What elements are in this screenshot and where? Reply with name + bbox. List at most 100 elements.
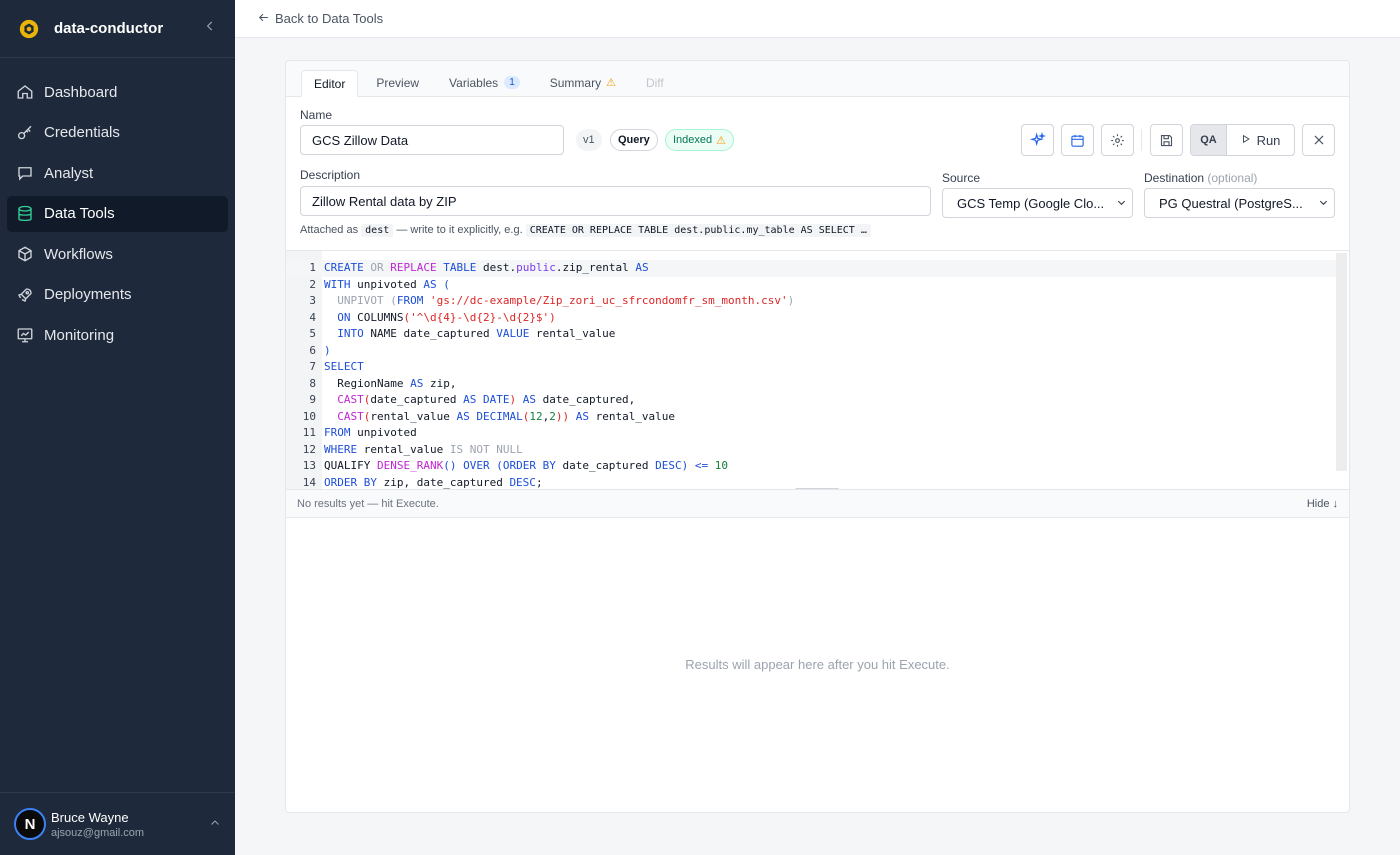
sidebar-item-monitoring[interactable]: Monitoring [7, 317, 228, 353]
sidebar-item-data-tools[interactable]: Data Tools [7, 195, 228, 232]
code-token: unpivoted [350, 277, 424, 291]
sidebar-item-analyst[interactable]: Analyst [7, 155, 228, 191]
save-button[interactable] [1150, 124, 1183, 156]
code-token: ; [535, 475, 543, 489]
play-icon [1241, 134, 1251, 146]
hide-results-button[interactable]: Hide ↓ [1307, 498, 1338, 510]
indexed-pill[interactable]: Indexed ⚠ [665, 129, 735, 151]
close-button[interactable] [1302, 124, 1335, 156]
source-select[interactable]: GCS Temp (Google Clo... [942, 188, 1133, 218]
hint-text: — write to it explicitly, e.g. [396, 224, 523, 236]
code-token: DESC [655, 459, 682, 472]
code-text: WITH unpivoted AS ( [324, 278, 450, 291]
results-placeholder: Results will appear here after you hit E… [685, 657, 950, 672]
code-token: WITH [324, 277, 351, 291]
settings-button[interactable] [1101, 124, 1134, 156]
results-status: No results yet — hit Execute. [297, 497, 439, 510]
back-link[interactable]: Back to Data Tools [257, 11, 383, 27]
chevron-down-icon [1318, 197, 1329, 211]
tab-bar: Editor Preview Variables 1 Summary ⚠ Diff [286, 61, 1349, 97]
user-menu[interactable]: N Bruce Wayne ajsouz@gmail.com [0, 792, 235, 855]
sidebar-item-credentials[interactable]: Credentials [7, 115, 228, 151]
schedule-button[interactable] [1061, 124, 1094, 156]
line-number: 6 [309, 343, 316, 357]
code-token: )) [555, 409, 570, 423]
tab-variables[interactable]: Variables 1 [437, 69, 532, 96]
code-token: public [516, 261, 556, 274]
description-input[interactable]: Zillow Rental data by ZIP [300, 186, 931, 216]
tab-preview[interactable]: Preview [364, 69, 431, 96]
sidebar-item-dashboard[interactable]: Dashboard [7, 74, 228, 110]
code-token: rental_value [357, 442, 450, 456]
sidebar: data-conductor Dashboard Credentials Ana… [0, 0, 235, 855]
chat-icon [16, 164, 34, 182]
code-line: 7 SELECT [286, 359, 1336, 376]
tab-diff[interactable]: Diff [634, 69, 676, 96]
vertical-scrollbar[interactable] [1336, 253, 1347, 471]
code-token: rental_value [529, 327, 616, 340]
run-button[interactable]: Run [1227, 125, 1294, 155]
code-token: ) [787, 294, 795, 307]
code-text: CAST(rental_value AS DECIMAL(12,2)) AS r… [324, 410, 675, 423]
code-text: FROM unpivoted [324, 426, 417, 439]
code-token: WHERE [324, 442, 358, 456]
code-token: OVER [463, 459, 490, 472]
tab-summary[interactable]: Summary ⚠ [538, 69, 628, 96]
tool-editor-card: Editor Preview Variables 1 Summary ⚠ Diff … [285, 60, 1350, 813]
destination-label: Destination (optional) [1144, 171, 1257, 185]
code-token: NAME date_captured [363, 327, 497, 340]
cube-icon [16, 245, 34, 263]
line-number: 4 [309, 310, 316, 324]
user-name: Bruce Wayne [51, 809, 129, 825]
code-token: zip, date_captured [376, 475, 510, 489]
chevron-left-icon[interactable] [203, 19, 217, 38]
code-line: 12 WHERE rental_value IS NOT NULL [286, 442, 1336, 459]
tab-editor[interactable]: Editor [301, 70, 359, 97]
chevron-up-icon[interactable] [209, 817, 221, 832]
line-number: 1 [309, 261, 316, 274]
tab-label: Editor [314, 76, 346, 91]
run-button-group: QA Run [1190, 124, 1295, 156]
code-token: ORDER BY [502, 459, 556, 472]
code-line: 8 RegionName AS zip, [286, 376, 1336, 393]
results-bar: No results yet — hit Execute. Hide ↓ [286, 489, 1349, 518]
user-email: ajsouz@gmail.com [51, 826, 145, 839]
sidebar-item-workflows[interactable]: Workflows [7, 236, 228, 272]
code-token: 12 [529, 409, 543, 423]
top-bar: Back to Data Tools [235, 0, 1400, 38]
sidebar-item-label: Dashboard [44, 83, 118, 101]
tab-label: Summary [549, 75, 602, 90]
line-number: 2 [309, 277, 316, 291]
code-token: () [443, 459, 457, 472]
hint-text: Attached as [300, 224, 359, 236]
type-pill: Query [610, 129, 658, 151]
sidebar-item-deployments[interactable]: Deployments [7, 277, 228, 313]
destination-value: PG Questral (PostgreS... [1159, 195, 1303, 211]
version-badge: v1 [576, 129, 602, 151]
destination-select[interactable]: PG Questral (PostgreS... [1144, 188, 1335, 218]
line-number: 13 [302, 459, 316, 472]
name-input[interactable]: GCS Zillow Data [300, 125, 564, 155]
line-number: 10 [302, 409, 316, 423]
code-token: OR [370, 261, 384, 274]
code-text: WHERE rental_value IS NOT NULL [324, 443, 523, 456]
sidebar-item-label: Workflows [44, 245, 113, 263]
line-number: 3 [309, 294, 316, 307]
code-text: SELECT [324, 360, 364, 373]
sql-editor[interactable]: 1 CREATE OR REPLACE TABLE dest.public.zip… [286, 250, 1349, 489]
sidebar-item-label: Deployments [44, 286, 132, 303]
warning-icon: ⚠ [606, 77, 616, 89]
qa-button[interactable]: QA [1191, 125, 1227, 155]
code-text: ORDER BY zip, date_captured DESC; [324, 476, 543, 489]
line-number: 5 [309, 327, 316, 340]
ai-assist-button[interactable] [1021, 124, 1054, 156]
code-token: ( [496, 459, 503, 472]
code-token: ('^\d{4}-\d{2}-\d{2}$') [403, 310, 556, 324]
sidebar-item-label: Data Tools [44, 205, 115, 222]
sidebar-item-label: Credentials [44, 124, 120, 141]
code-line: 9 CAST(date_captured AS DATE) AS date_ca… [286, 392, 1336, 409]
